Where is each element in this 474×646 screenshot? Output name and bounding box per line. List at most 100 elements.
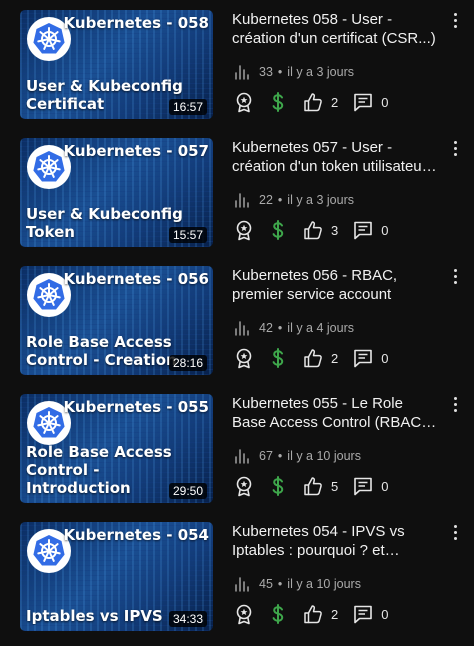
view-count: 67 [259, 449, 273, 463]
upload-date: il y a 3 jours [287, 65, 354, 79]
thumbnail-series-label: Kubernetes - 054 [63, 526, 209, 544]
award-badge-icon[interactable] [233, 475, 255, 497]
bar-chart-icon [235, 577, 249, 592]
meta-separator: • [277, 65, 283, 79]
comment-count: 0 [381, 478, 389, 494]
like-button[interactable]: 2 [302, 603, 338, 625]
video-list-item[interactable]: Kubernetes - 058 User & Kubeconfig Certi… [0, 10, 474, 128]
thumbnail-series-label: Kubernetes - 058 [63, 14, 209, 32]
video-list-item[interactable]: Kubernetes - 057 User & Kubeconfig Token… [0, 138, 474, 256]
video-metadata: 33 • il y a 3 jours [234, 63, 354, 81]
duration-badge: 29:50 [168, 483, 207, 499]
thumbs-up-icon [304, 221, 322, 240]
thumbs-up-icon [304, 477, 322, 496]
comments-button[interactable]: 0 [352, 603, 388, 625]
bar-chart-icon [235, 449, 249, 464]
like-count: 2 [331, 606, 339, 622]
video-list-item[interactable]: Kubernetes - 056 Role Base Access Contro… [0, 266, 474, 384]
video-thumbnail[interactable]: Kubernetes - 055 Role Base Access Contro… [20, 394, 213, 503]
award-badge-icon[interactable] [233, 603, 255, 625]
comment-count: 0 [381, 350, 389, 366]
video-list-item[interactable]: Kubernetes - 054 Iptables vs IPVS 34:33 … [0, 522, 474, 640]
like-count: 3 [331, 222, 339, 238]
award-badge-icon[interactable] [233, 347, 255, 369]
comment-icon [354, 349, 373, 368]
bar-chart-icon [235, 193, 249, 208]
like-button[interactable]: 2 [302, 347, 338, 369]
video-thumbnail[interactable]: Kubernetes - 058 User & Kubeconfig Certi… [20, 10, 213, 119]
video-actions: 2 0 [233, 345, 388, 371]
view-count: 45 [259, 577, 273, 591]
dollar-icon[interactable] [267, 475, 289, 497]
comments-button[interactable]: 0 [352, 347, 388, 369]
thumbnail-series-label: Kubernetes - 056 [63, 270, 209, 288]
thumbs-up-icon [304, 605, 322, 624]
like-count: 2 [331, 94, 339, 110]
video-thumbnail[interactable]: Kubernetes - 054 Iptables vs IPVS 34:33 [20, 522, 213, 631]
more-vert-icon[interactable] [446, 11, 464, 29]
more-vert-icon[interactable] [446, 523, 464, 541]
more-vert-icon[interactable] [446, 267, 464, 285]
bar-chart-icon [235, 321, 249, 336]
video-metadata: 45 • il y a 10 jours [234, 575, 361, 593]
comments-button[interactable]: 0 [352, 475, 388, 497]
video-list-item[interactable]: Kubernetes - 055 Role Base Access Contro… [0, 394, 474, 512]
like-button[interactable]: 2 [302, 91, 338, 113]
comment-icon [354, 477, 373, 496]
more-vert-icon[interactable] [446, 395, 464, 413]
meta-separator: • [277, 577, 283, 591]
video-metadata: 22 • il y a 3 jours [234, 191, 354, 209]
video-thumbnail[interactable]: Kubernetes - 056 Role Base Access Contro… [20, 266, 213, 375]
duration-badge: 28:16 [168, 355, 207, 371]
comment-icon [354, 605, 373, 624]
dollar-icon[interactable] [267, 91, 289, 113]
video-title[interactable]: Kubernetes 055 - Le Role Base Access Con… [232, 394, 440, 432]
video-title[interactable]: Kubernetes 056 - RBAC, premier service a… [232, 266, 440, 304]
comments-button[interactable]: 0 [352, 91, 388, 113]
duration-badge: 15:57 [168, 227, 207, 243]
comment-count: 0 [381, 94, 389, 110]
video-actions: 2 0 [233, 601, 388, 627]
bar-chart-icon [235, 65, 249, 80]
like-button[interactable]: 5 [302, 475, 338, 497]
video-actions: 2 0 [233, 89, 388, 115]
duration-badge: 34:33 [168, 611, 207, 627]
video-title[interactable]: Kubernetes 057 - User - création d'un to… [232, 138, 440, 176]
thumbs-up-icon [304, 93, 322, 112]
thumbnail-series-label: Kubernetes - 057 [63, 142, 209, 160]
view-count: 33 [259, 65, 273, 79]
dollar-icon[interactable] [267, 219, 289, 241]
upload-date: il y a 10 jours [287, 577, 361, 591]
like-button[interactable]: 3 [302, 219, 338, 241]
video-metadata: 42 • il y a 4 jours [234, 319, 354, 337]
duration-badge: 16:57 [168, 99, 207, 115]
upload-date: il y a 10 jours [287, 449, 361, 463]
video-metadata: 67 • il y a 10 jours [234, 447, 361, 465]
award-badge-icon[interactable] [233, 219, 255, 241]
thumbs-up-icon [304, 349, 322, 368]
view-count: 42 [259, 321, 273, 335]
dollar-icon[interactable] [267, 347, 289, 369]
like-count: 5 [331, 478, 339, 494]
meta-separator: • [277, 449, 283, 463]
comment-icon [354, 221, 373, 240]
like-count: 2 [331, 350, 339, 366]
comments-button[interactable]: 0 [352, 219, 388, 241]
view-count: 22 [259, 193, 273, 207]
meta-separator: • [277, 193, 283, 207]
video-actions: 5 0 [233, 473, 388, 499]
upload-date: il y a 4 jours [287, 321, 354, 335]
meta-separator: • [277, 321, 283, 335]
award-badge-icon[interactable] [233, 91, 255, 113]
video-title[interactable]: Kubernetes 054 - IPVS vs Iptables : pour… [232, 522, 440, 560]
dollar-icon[interactable] [267, 603, 289, 625]
thumbnail-series-label: Kubernetes - 055 [63, 398, 209, 416]
more-vert-icon[interactable] [446, 139, 464, 157]
comment-count: 0 [381, 606, 389, 622]
comment-count: 0 [381, 222, 389, 238]
video-thumbnail[interactable]: Kubernetes - 057 User & Kubeconfig Token… [20, 138, 213, 247]
upload-date: il y a 3 jours [287, 193, 354, 207]
video-actions: 3 0 [233, 217, 388, 243]
video-title[interactable]: Kubernetes 058 - User - création d'un ce… [232, 10, 440, 48]
comment-icon [354, 93, 373, 112]
